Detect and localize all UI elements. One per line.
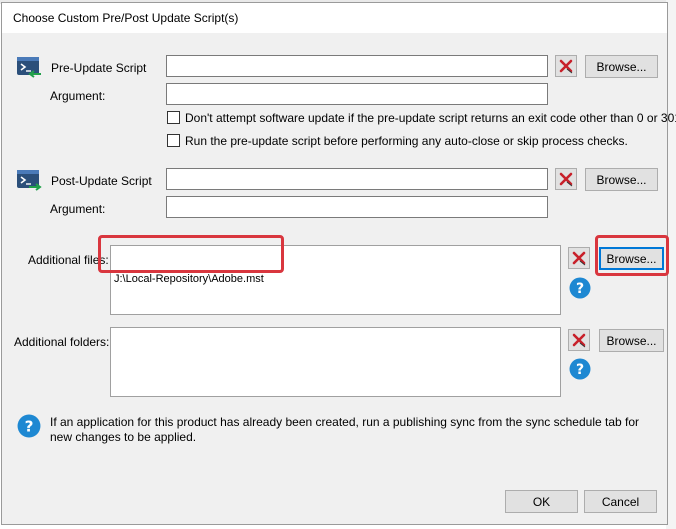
pre-update-clear-button[interactable]	[555, 55, 577, 77]
cancel-button[interactable]: Cancel	[584, 490, 657, 513]
title-bar: Choose Custom Pre/Post Update Script(s)	[2, 3, 667, 33]
additional-files-item[interactable]: J:\Local-Repository\Adobe.mst	[114, 273, 557, 285]
info-message: If an application for this product has a…	[50, 415, 640, 444]
pre-update-argument-input[interactable]	[166, 83, 548, 105]
custom-script-dialog: Choose Custom Pre/Post Update Script(s) …	[1, 2, 676, 525]
additional-folders-clear-button[interactable]	[568, 329, 590, 351]
svg-text:?: ?	[25, 417, 34, 435]
pre-update-argument-label: Argument:	[50, 89, 106, 103]
svg-text:?: ?	[576, 281, 584, 297]
additional-files-label: Additional files:	[28, 253, 109, 267]
post-update-clear-button[interactable]	[555, 168, 577, 190]
svg-text:?: ?	[576, 362, 584, 378]
pre-update-browse-button[interactable]: Browse...	[585, 55, 658, 78]
dialog-title: Choose Custom Pre/Post Update Script(s)	[13, 11, 239, 25]
post-update-script-label: Post-Update Script	[51, 174, 152, 188]
pre-update-before-checks-checkbox[interactable]	[167, 134, 180, 147]
pre-update-script-input[interactable]	[166, 55, 548, 77]
additional-files-help-icon[interactable]: ?	[569, 277, 591, 299]
additional-folders-browse-button[interactable]: Browse...	[599, 329, 664, 352]
post-update-argument-input[interactable]	[166, 196, 548, 218]
browse-highlight-annotation	[595, 235, 669, 276]
post-update-script-input[interactable]	[166, 168, 548, 190]
pre-update-exit-code-label: Don't attempt software update if the pre…	[185, 111, 676, 125]
clear-x-icon	[559, 59, 573, 74]
ok-button[interactable]: OK	[505, 490, 578, 513]
pre-update-before-checks-label: Run the pre-update script before perform…	[185, 134, 628, 148]
additional-files-clear-button[interactable]	[568, 247, 590, 269]
pre-update-script-label: Pre-Update Script	[51, 61, 147, 75]
pre-update-script-icon	[17, 57, 41, 78]
pre-update-exit-code-checkbox[interactable]	[167, 111, 180, 124]
info-icon: ?	[17, 414, 41, 438]
clear-x-icon	[572, 333, 586, 348]
file-highlight-annotation	[98, 235, 284, 273]
additional-folders-help-icon[interactable]: ?	[569, 358, 591, 380]
clear-x-icon	[572, 251, 586, 266]
clear-x-icon	[559, 172, 573, 187]
post-update-browse-button[interactable]: Browse...	[585, 168, 658, 191]
additional-folders-list[interactable]	[110, 327, 561, 397]
additional-folders-label: Additional folders:	[14, 335, 110, 349]
post-update-script-icon	[17, 170, 42, 191]
post-update-argument-label: Argument:	[50, 202, 106, 216]
